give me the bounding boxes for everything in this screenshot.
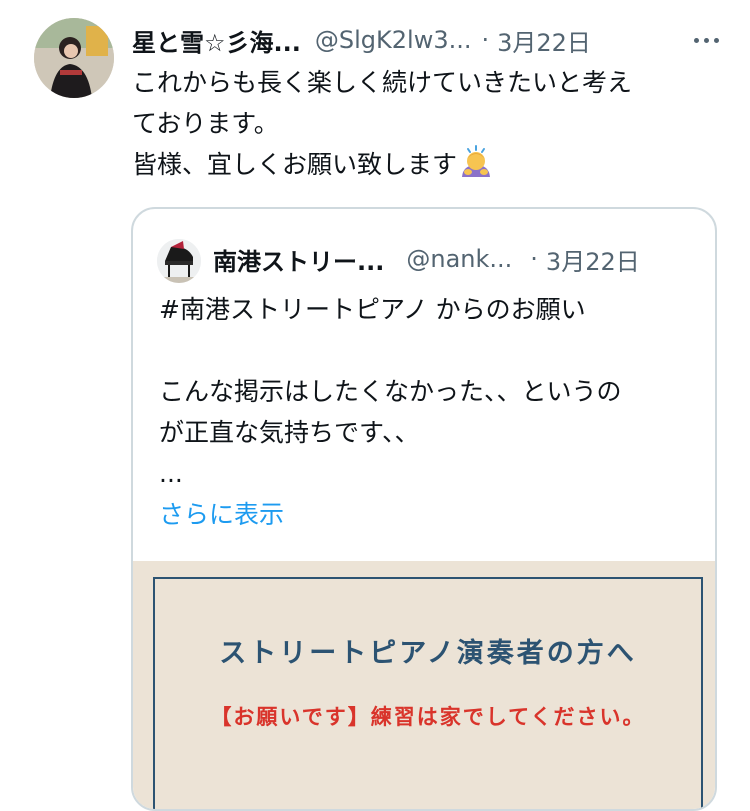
avatar-photo: [34, 18, 114, 98]
quoted-text-line: が正直な気持ちです、、: [159, 418, 420, 447]
tweet-date[interactable]: 3月22日: [497, 23, 591, 58]
author-avatar[interactable]: [34, 18, 114, 98]
quoted-author-avatar[interactable]: [157, 239, 201, 283]
tweet-text-line: これからも長く楽しく続けていきたいと考え: [132, 68, 633, 97]
quoted-text-line: こんな掲示はしたくなかった、、というの: [159, 377, 622, 406]
quoted-text-line: ...: [159, 459, 183, 488]
quoted-tweet-text: #南港ストリートピアノ からのお願い こんな掲示はしたくなかった、、というの が…: [159, 289, 699, 535]
tweet-text: これからも長く楽しく続けていきたいと考え ております。 皆様、宜しくお願い致しま…: [132, 62, 732, 191]
more-horizontal-icon[interactable]: [686, 22, 726, 58]
tweet-text-line: 皆様、宜しくお願い致します: [132, 144, 732, 191]
notice-sign: ストリートピアノ演奏者の方へ 【お願いです】練習は家でしてください。: [153, 577, 703, 809]
quoted-text-line: [159, 330, 699, 371]
author-handle[interactable]: @SlgK2lw3...: [315, 26, 472, 54]
show-more-link[interactable]: さらに表示: [159, 494, 699, 535]
separator-dot: ·: [481, 26, 490, 54]
quoted-text-line: #南港ストリートピアノ からのお願い: [159, 295, 586, 324]
notice-subtitle: 【お願いです】練習は家でしてください。: [210, 705, 646, 729]
separator-dot: ·: [530, 245, 538, 273]
piano-avatar-image: [157, 239, 201, 283]
quoted-tweet-date[interactable]: 3月22日: [546, 242, 640, 277]
person-bowing-emoji: [459, 145, 493, 191]
author-name[interactable]: 星と雪☆彡海...: [132, 23, 301, 58]
quoted-tweet-header: 南港ストリー... @nank... · 3月22日: [213, 241, 695, 277]
tweet-header: 星と雪☆彡海... @SlgK2lw3... · 3月22日: [132, 22, 730, 58]
notice-title: ストリートピアノ演奏者の方へ: [219, 638, 637, 669]
quoted-author-name[interactable]: 南港ストリー...: [213, 242, 384, 277]
quoted-tweet[interactable]: 南港ストリー... @nank... · 3月22日 #南港ストリートピアノ か…: [131, 207, 717, 811]
quoted-media-image[interactable]: ストリートピアノ演奏者の方へ 【お願いです】練習は家でしてください。: [133, 561, 715, 809]
quoted-author-handle[interactable]: @nank...: [406, 245, 512, 273]
tweet-text-line: ております。: [132, 109, 279, 138]
